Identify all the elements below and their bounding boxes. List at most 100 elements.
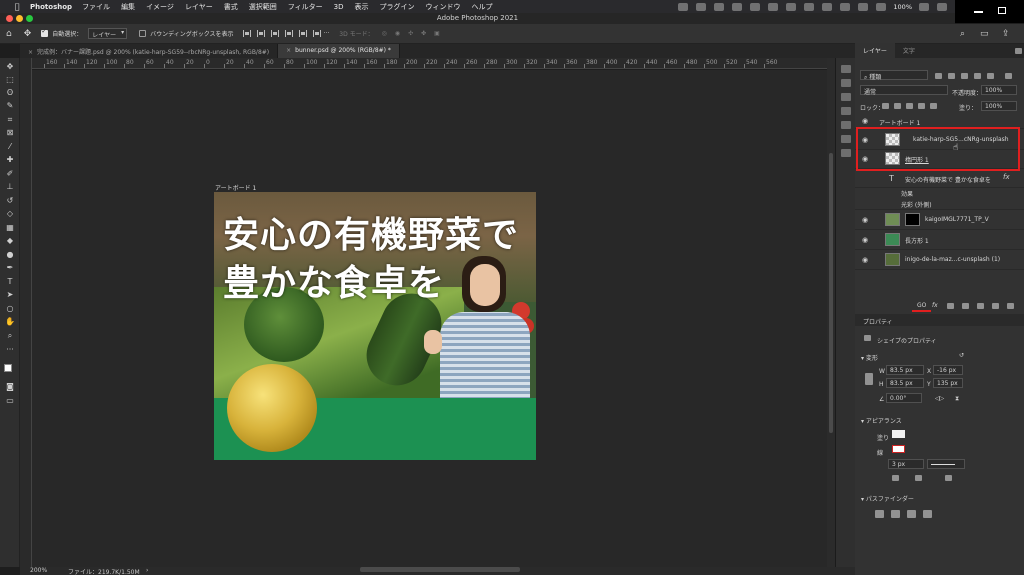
gold-ellipse-shape[interactable] bbox=[227, 364, 317, 452]
y-input[interactable]: 135 px bbox=[933, 378, 963, 388]
layer-headline-text[interactable]: T 安心の有機野菜で 豊かな食卓を fx bbox=[855, 170, 1024, 188]
swatches-panel-icon[interactable] bbox=[841, 93, 851, 101]
height-input[interactable]: 83.5 px bbox=[886, 378, 924, 388]
paths-panel-icon[interactable] bbox=[841, 135, 851, 143]
wifi-icon[interactable] bbox=[937, 2, 947, 11]
status-icon-4[interactable] bbox=[732, 2, 743, 11]
crop-tool-icon[interactable]: ⌗ bbox=[5, 115, 15, 125]
x-input[interactable]: -16 px bbox=[933, 365, 963, 375]
auto-select-checkbox[interactable] bbox=[41, 27, 49, 37]
delete-layer-icon[interactable] bbox=[1007, 303, 1014, 309]
stroke-caps-icon[interactable] bbox=[915, 475, 922, 481]
status-menu-icon[interactable]: › bbox=[146, 567, 148, 574]
stroke-width-dropdown[interactable]: 3 px bbox=[888, 459, 924, 469]
layer-outer-glow[interactable]: 光彩 (外側) bbox=[855, 199, 1024, 210]
path-select-tool-icon[interactable]: ➤ bbox=[5, 290, 15, 300]
align-right-icon[interactable] bbox=[270, 30, 279, 37]
3d-pan-icon[interactable]: ✣ bbox=[408, 30, 413, 37]
status-icon-11[interactable] bbox=[858, 2, 869, 11]
hand-tool-icon[interactable]: ✋ bbox=[5, 317, 15, 327]
headline-line-1[interactable]: 安心の有機野菜で bbox=[223, 206, 519, 258]
fx-icon[interactable]: fx bbox=[1003, 173, 1010, 181]
lock-transparent-icon[interactable] bbox=[882, 103, 889, 109]
reset-transform-icon[interactable]: ↺ bbox=[959, 352, 964, 359]
lock-artboard-icon[interactable] bbox=[918, 103, 925, 109]
layer-filter-dropdown[interactable]: ⌕ 種類 bbox=[860, 70, 928, 81]
filter-toggle-icon[interactable] bbox=[1005, 73, 1012, 79]
lock-image-icon[interactable] bbox=[894, 103, 901, 109]
new-group-icon[interactable] bbox=[977, 303, 984, 309]
more-options-icon[interactable]: ··· bbox=[324, 30, 330, 37]
filter-adjustment-icon[interactable] bbox=[948, 73, 955, 79]
align-bottom-icon[interactable] bbox=[312, 30, 321, 37]
tab-character[interactable]: 文字 bbox=[895, 46, 923, 58]
visibility-eye-icon[interactable]: ◉ bbox=[862, 256, 868, 264]
menu-type[interactable]: 書式 bbox=[224, 2, 238, 12]
status-icon-3[interactable] bbox=[714, 2, 725, 11]
share-icon[interactable]: ⇪ bbox=[1002, 29, 1010, 39]
width-input[interactable]: 83.5 px bbox=[886, 365, 924, 375]
lock-position-icon[interactable] bbox=[906, 103, 913, 109]
flip-horizontal-icon[interactable]: ◁▷ bbox=[935, 395, 944, 402]
horizontal-scrollbar[interactable] bbox=[360, 567, 520, 572]
pathfinder-subtract-icon[interactable] bbox=[891, 510, 900, 518]
quick-mask-icon[interactable]: ◙ bbox=[5, 382, 15, 392]
foreground-color-swatch[interactable] bbox=[4, 364, 12, 372]
filter-pixel-icon[interactable] bbox=[935, 73, 942, 79]
restore-icon[interactable] bbox=[998, 7, 1006, 14]
more-tools-icon[interactable]: ··· bbox=[5, 345, 15, 355]
history-brush-tool-icon[interactable]: ↺ bbox=[5, 196, 15, 206]
quick-select-tool-icon[interactable]: ✎ bbox=[5, 101, 15, 111]
align-center-icon[interactable] bbox=[256, 30, 265, 37]
libraries-panel-icon[interactable] bbox=[841, 107, 851, 115]
artboard-label[interactable]: アートボード 1 bbox=[215, 183, 256, 192]
home-icon[interactable]: ⌂ bbox=[6, 29, 12, 39]
artboard[interactable]: 安心の有機野菜で 豊かな食卓を bbox=[214, 192, 536, 460]
eyedropper-tool-icon[interactable]: ⁄ bbox=[5, 142, 15, 152]
3d-scale-icon[interactable]: ▣ bbox=[434, 30, 440, 37]
pathfinder-unite-icon[interactable] bbox=[875, 510, 884, 518]
gradient-tool-icon[interactable]: ▦ bbox=[5, 223, 15, 233]
blend-mode-dropdown[interactable]: 通常 bbox=[860, 85, 948, 96]
align-middle-icon[interactable] bbox=[298, 30, 307, 37]
stroke-color-swatch[interactable] bbox=[892, 445, 905, 453]
workspace-icon[interactable]: ▭ bbox=[980, 29, 989, 39]
link-layers-icon[interactable]: GO bbox=[917, 302, 926, 309]
pathfinder-exclude-icon[interactable] bbox=[923, 510, 932, 518]
lasso-tool-icon[interactable]: ʘ bbox=[5, 88, 15, 98]
visibility-eye-icon[interactable]: ◉ bbox=[862, 216, 868, 224]
menu-help[interactable]: ヘルプ bbox=[471, 2, 492, 12]
close-tab-icon[interactable]: × bbox=[286, 47, 291, 54]
type-tool-icon[interactable]: T bbox=[5, 277, 15, 287]
paragraph-panel-icon[interactable] bbox=[841, 149, 851, 157]
stroke-type-dropdown[interactable] bbox=[927, 459, 965, 469]
app-menu-photoshop[interactable]: Photoshop bbox=[30, 3, 72, 11]
zoom-level[interactable]: 200% bbox=[30, 567, 47, 574]
search-icon[interactable]: ⌕ bbox=[960, 29, 965, 39]
adjustments-panel-icon[interactable] bbox=[841, 79, 851, 87]
status-icon-9[interactable] bbox=[822, 2, 833, 11]
history-panel-icon[interactable] bbox=[841, 65, 851, 73]
status-icon-10[interactable] bbox=[840, 2, 851, 11]
shape-tool-icon[interactable]: ○ bbox=[5, 304, 15, 314]
move-tool-icon[interactable]: ✥ bbox=[5, 62, 15, 72]
frame-tool-icon[interactable]: ⊠ bbox=[5, 128, 15, 138]
layer-effects[interactable]: 効果 bbox=[855, 188, 1024, 199]
clone-stamp-tool-icon[interactable]: ⊥ bbox=[5, 182, 15, 192]
brush-tool-icon[interactable]: ✐ bbox=[5, 169, 15, 179]
marquee-tool-icon[interactable]: ⬚ bbox=[5, 75, 15, 85]
pen-tool-icon[interactable]: ✒ bbox=[5, 263, 15, 273]
eraser-tool-icon[interactable]: ◇ bbox=[5, 209, 15, 219]
filter-smart-object-icon[interactable] bbox=[987, 73, 994, 79]
3d-orbit-icon[interactable]: ◎ bbox=[382, 30, 387, 37]
auto-select-dropdown[interactable]: レイヤー bbox=[88, 28, 128, 39]
status-icon-1[interactable] bbox=[678, 2, 689, 11]
menu-plugins[interactable]: プラグイン bbox=[379, 2, 414, 12]
close-tab-icon[interactable]: × bbox=[28, 49, 33, 56]
scrollbar-thumb[interactable] bbox=[829, 153, 833, 433]
tab-bunner[interactable]: × bunner.psd @ 200% (RGB/8#) * bbox=[278, 44, 400, 58]
menu-edit[interactable]: 編集 bbox=[121, 2, 135, 12]
panel-menu-icon[interactable] bbox=[1015, 48, 1022, 54]
move-tool-icon[interactable]: ✥ bbox=[24, 29, 32, 39]
status-icon-6[interactable] bbox=[768, 2, 779, 11]
